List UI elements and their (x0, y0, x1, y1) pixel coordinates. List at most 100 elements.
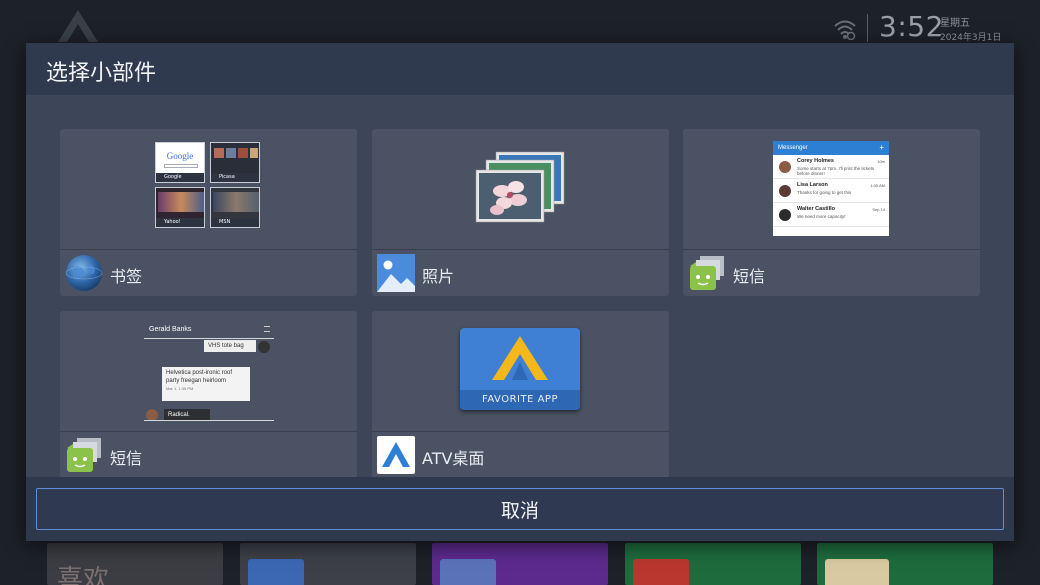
thumbnail (250, 148, 258, 158)
clock-weekday: 星期五 (940, 18, 970, 29)
widget-preview: Messenger + Corey Holmes Some starts at … (683, 129, 980, 249)
dialog-footer: 取消 (26, 477, 1014, 541)
widget-preview: FAVORITE APP (372, 311, 669, 431)
avatar (779, 161, 791, 173)
contacts-icon (248, 559, 304, 585)
conversation-text: Thanks for going to get this (797, 190, 852, 195)
reply-bubble: VHS tote bag (204, 340, 256, 352)
contact-name: Gerald Banks (149, 326, 192, 333)
conversation-preview: Gerald Banks VHS tote bag Helvetica post… (144, 325, 274, 423)
avatar (779, 185, 791, 197)
thumbnail (226, 148, 236, 158)
cancel-button-label: 取消 (500, 499, 539, 522)
launcher-app-tile[interactable] (817, 543, 993, 585)
widget-picker-dialog: 选择小部件 Google Google Picasa Yahoo! MSN 书签… (26, 43, 1014, 541)
messenger-header: Messenger + (773, 141, 889, 155)
bookmark-caption: Picasa (211, 173, 259, 182)
search-box (164, 164, 198, 168)
app-icon (633, 559, 689, 585)
conversation-row: Corey Holmes Some starts at 7pm. I'll pr… (773, 155, 889, 179)
conversation-text: We need more capacity! (797, 214, 846, 219)
widget-label: 照片 (422, 267, 455, 286)
launcher-app-tile[interactable] (432, 543, 608, 585)
widget-footer: 短信 (683, 250, 980, 296)
widget-preview (372, 129, 669, 249)
app-icon (825, 559, 889, 585)
avatar (779, 209, 791, 221)
widget-grid: Google Google Picasa Yahoo! MSN 书签 照片 Me… (26, 95, 1014, 477)
widget-label: 短信 (110, 449, 143, 468)
divider-line (144, 338, 274, 339)
widget-messaging-list[interactable]: Messenger + Corey Holmes Some starts at … (683, 129, 980, 296)
dialog-header: 选择小部件 (26, 43, 1014, 95)
thumbnail (214, 148, 224, 158)
launcher-app-tile[interactable] (240, 543, 416, 585)
conversation-name: Lisa Larson (797, 182, 828, 188)
conversation-text: Some starts at 7pm. I'll print the ticke… (797, 166, 875, 176)
cancel-button[interactable]: 取消 (36, 488, 1004, 530)
atv-launcher-icon (377, 436, 415, 474)
conversation-row: Walter Castillo We need more capacity! S… (773, 203, 889, 227)
widget-label: ATV桌面 (422, 449, 485, 468)
clock-date: 2024年3月1日 (940, 33, 1002, 43)
bookmark-caption: MSN (211, 218, 259, 227)
widget-preview: Gerald Banks VHS tote bag Helvetica post… (60, 311, 357, 431)
globe-icon (65, 255, 103, 291)
widget-photos[interactable]: 照片 (372, 129, 669, 296)
divider-line (144, 420, 274, 421)
thumbnail (238, 148, 248, 158)
clock-time: 3:52 (879, 10, 944, 43)
widget-footer: 短信 (60, 432, 357, 477)
favorite-app-caption: FAVORITE APP (460, 390, 580, 410)
favorite-app-preview: FAVORITE APP (460, 328, 580, 410)
conversation-row: Lisa Larson Thanks for going to get this… (773, 179, 889, 203)
conversation-time: 1:05 AM (870, 183, 885, 188)
launcher-status-bar: 3:52 星期五 2024年3月1日 (0, 0, 1040, 46)
messenger-title: Messenger (778, 145, 808, 151)
widget-bookmarks[interactable]: Google Google Picasa Yahoo! MSN 书签 (60, 129, 357, 296)
dialog-title: 选择小部件 (46, 61, 157, 86)
widget-atv-launcher[interactable]: FAVORITE APP ATV桌面 (372, 311, 669, 477)
widget-messaging-conversation[interactable]: Gerald Banks VHS tote bag Helvetica post… (60, 311, 357, 477)
incoming-time: Mar 1, 1:35 PM (166, 386, 194, 391)
messaging-icon (690, 256, 724, 290)
conversation-name: Walter Castillo (797, 206, 835, 212)
conversation-time: 10m (877, 159, 885, 164)
folder-icon (440, 559, 496, 585)
google-logo: Google (166, 151, 194, 161)
launcher-app-row: 喜欢 (0, 543, 1040, 585)
incoming-text: Helvetica post-ironic roof party freegan… (166, 370, 233, 384)
bookmark-tile: Google Google (155, 142, 205, 183)
launcher-logo-icon (58, 10, 98, 42)
photos-icon (377, 254, 415, 292)
add-icon: + (879, 143, 884, 152)
messenger-preview: Messenger + Corey Holmes Some starts at … (773, 141, 889, 236)
conversation-name: Corey Holmes (797, 158, 834, 164)
widget-footer: 照片 (372, 250, 669, 296)
messaging-icon (67, 438, 101, 472)
launcher-app-tile[interactable] (625, 543, 801, 585)
photo-stack (475, 151, 565, 223)
launcher-app-tile[interactable]: 喜欢 (47, 543, 223, 585)
wifi-icon (834, 20, 856, 40)
launcher-app-tile-text: 喜欢 (57, 565, 110, 585)
bookmark-caption: Yahoo! (156, 218, 204, 227)
bookmarks-preview: Google Google Picasa Yahoo! MSN (155, 142, 261, 228)
menu-icon (264, 326, 270, 332)
widget-label: 书签 (110, 267, 143, 286)
widget-footer: ATV桌面 (372, 432, 669, 477)
status-divider (867, 14, 868, 42)
conversation-time: Sep 14 (872, 207, 885, 212)
avatar (258, 341, 270, 353)
widget-footer: 书签 (60, 250, 357, 296)
bookmark-tile: Yahoo! (155, 187, 205, 228)
thumbnail (158, 192, 204, 212)
atv-logo-icon (492, 336, 548, 380)
widget-label: 短信 (733, 267, 766, 286)
bookmark-caption: Google (156, 173, 204, 182)
thumbnail (213, 192, 259, 212)
bookmark-tile: Picasa (210, 142, 260, 183)
bookmark-tile: MSN (210, 187, 260, 228)
incoming-bubble: Helvetica post-ironic roof party freegan… (162, 367, 250, 401)
widget-preview: Google Google Picasa Yahoo! MSN (60, 129, 357, 249)
